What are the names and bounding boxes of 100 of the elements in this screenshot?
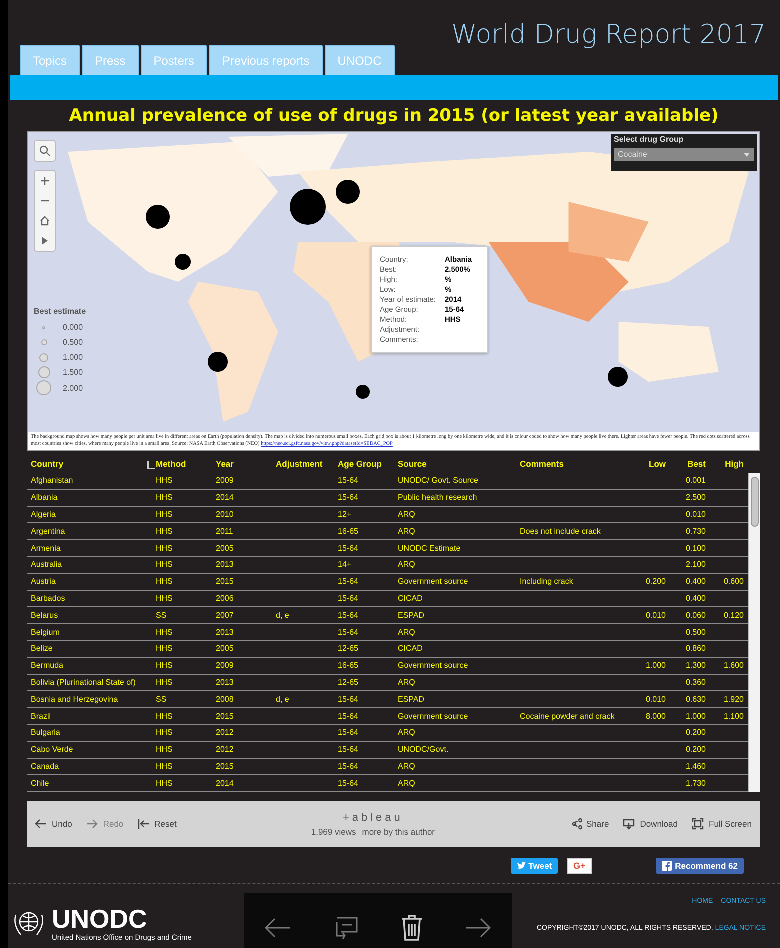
reset-button[interactable]: Reset [138,818,177,830]
table-cell: UNODC/ Govt. Source [398,476,478,486]
table-cell: Chile [31,778,50,788]
table-cell: Belgium [31,628,60,637]
share-button[interactable]: Share [570,818,610,830]
table-cell: HHS [156,476,173,486]
table-cell: Cabo Verde [31,745,74,754]
table-cell: 16-65 [338,661,358,670]
table-cell: 2.100 [686,560,706,570]
recommend-button[interactable]: Recommend 62 [656,858,744,874]
fullscreen-button[interactable]: Full Screen [692,818,752,830]
column-header[interactable]: Best [688,459,706,469]
right-arrow-icon [86,818,98,830]
table-cell: HHS [156,510,173,519]
table-cell: Government source [398,577,468,586]
column-header[interactable]: Low [649,459,666,469]
table-cell: ARQ [398,678,416,687]
table-cell: Australia [31,560,62,570]
table-cell: 2008 [216,694,234,704]
legend-value: 1.500 [63,368,84,377]
table-cell: 1.100 [724,712,744,721]
legend-circle-icon [40,339,48,346]
table-cell: HHS [156,661,173,670]
table-cell: SS [156,610,167,620]
view-count: 1,969 views [311,826,356,837]
table-cell: 2007 [216,610,234,620]
logo: +ableau [342,812,404,824]
download-icon [623,818,636,830]
table-cell: 0.200 [686,745,706,754]
column-header[interactable]: Country [31,459,64,469]
table-cell: 15-64 [338,577,358,586]
table-cell: Bosnia and Herzegovina [31,694,118,704]
next-button[interactable] [465,918,491,938]
author-link[interactable]: more by this author [362,826,436,837]
table-cell: 0.360 [686,678,706,687]
table-cell: ARQ [398,628,416,637]
table-cell: HHS [156,526,173,536]
table-cell: 12-65 [338,678,358,687]
table-cell: SS [156,694,167,704]
table-cell: HHS [156,678,173,687]
table-cell: Austria [31,577,56,586]
undo-button[interactable]: Undo [35,818,72,830]
column-header[interactable]: Year [216,459,234,469]
legend-title: Best estimate [34,307,86,316]
table-cell: 0.500 [686,628,706,637]
table-cell: 2009 [216,476,234,486]
drug-group-label: Select drug Group [614,135,685,144]
download-button[interactable]: Download [623,818,678,830]
table-cell: HHS [156,644,173,654]
table-cell: HHS [156,577,173,586]
column-header[interactable]: Adjustment [276,459,323,469]
table-cell: Brazil [31,712,52,721]
sort-icon[interactable] [146,460,156,470]
table-cell: 2006 [216,594,234,603]
previous-button[interactable] [265,918,291,938]
table-cell: 2013 [216,678,234,687]
table-cell: 0.860 [686,644,706,654]
org-name: UNODC [52,905,148,934]
table-cell: ARQ [398,778,416,788]
table-cell: 15-64 [338,694,358,704]
table-cell: Bulgaria [31,728,60,738]
delete-button[interactable] [401,914,423,942]
table-cell: 2012 [216,745,234,754]
table-cell: 15-64 [338,493,358,502]
bird-icon [516,862,526,870]
table-cell: Public health research [398,493,478,502]
table-cell: Does not include crack [520,526,601,536]
table-cell: 15-64 [338,628,358,637]
table-cell: 8.000 [646,712,666,721]
column-header[interactable]: Comments [520,459,564,469]
table-cell: 2013 [216,628,234,637]
scrollbar[interactable] [748,473,760,792]
play-icon [41,236,49,246]
table-cell: 0.630 [686,694,706,704]
table-cell: 2015 [216,712,234,721]
table-cell: 15-64 [338,728,358,738]
column-header[interactable]: Age Group [338,459,382,469]
fullscreen-icon [692,818,704,830]
column-header[interactable]: Source [398,459,427,469]
table-cell: 1.600 [724,661,744,670]
column-header[interactable]: Method [156,459,186,469]
table-cell: d, e [276,610,290,620]
table-cell: Including crack [520,577,574,586]
column-header[interactable]: High [725,459,744,469]
right-arrow-icon [465,918,491,938]
table-cell: 2013 [216,560,234,570]
table-cell: 0.600 [724,577,744,586]
reset-icon [138,818,150,830]
google-plus-button[interactable]: G+ [567,858,592,874]
table-cell: 2015 [216,577,234,586]
site-title: World Drug Report 2017 [452,20,766,50]
left-arrow-icon [265,918,291,938]
table-cell: HHS [156,544,173,553]
table-cell: Armenia [31,544,61,553]
table-cell: 12+ [338,510,352,519]
table-cell: Bermuda [31,661,64,670]
table-cell: Cocaine powder and crack [520,712,615,721]
table-cell: 0.400 [686,577,706,586]
table-cell: Algeria [31,510,56,519]
table-cell: 15-64 [338,778,358,788]
